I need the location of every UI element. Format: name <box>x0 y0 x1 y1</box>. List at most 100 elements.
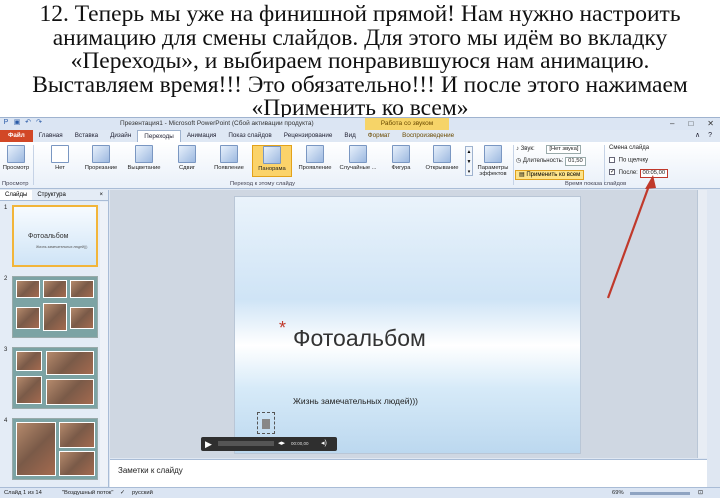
caption-line: «Переходы», и выбираем понравившуюся нам… <box>70 48 650 74</box>
tab-slides[interactable]: Слайды <box>0 190 33 200</box>
maximize-icon[interactable]: □ <box>688 118 693 130</box>
editor-scrollbar[interactable] <box>697 190 707 458</box>
play-icon[interactable]: ▶ <box>205 439 212 449</box>
tab-design[interactable]: Дизайн <box>104 130 137 142</box>
after-time-field[interactable]: 00:05,00 <box>639 169 669 178</box>
pane-scrollbar[interactable] <box>100 202 108 486</box>
effect-options-icon <box>484 145 502 163</box>
audio-object[interactable] <box>257 412 275 434</box>
powerpoint-window: P ▣ ↶ ↷ Презентация1 - Microsoft PowerPo… <box>0 117 720 498</box>
zoom-slider[interactable] <box>630 492 690 495</box>
ribbon-collapse-icon[interactable]: ∧ <box>695 130 700 142</box>
seek-bar[interactable] <box>218 441 274 446</box>
transition-push-button[interactable]: Сдвиг <box>167 145 207 177</box>
help-icon[interactable]: ? <box>708 130 712 142</box>
caption-line: анимацию для смены слайдов. Для этого мы… <box>52 24 668 51</box>
transition-uncover-button[interactable]: Открывание <box>422 145 462 177</box>
photo <box>16 351 42 371</box>
preview-label: Просмотр <box>2 165 30 171</box>
thumbnail-number: 2 <box>4 276 8 282</box>
slide-thumbnail-row[interactable]: 4 <box>2 418 107 484</box>
tab-transitions[interactable]: Переходы <box>137 130 181 142</box>
current-slide: * Фотоальбом Жизнь замечательных людей))… <box>201 196 581 454</box>
slide-thumbnail[interactable] <box>12 418 98 480</box>
save-icon[interactable]: ▣ <box>13 119 21 127</box>
close-icon[interactable]: ✕ <box>707 118 714 130</box>
instruction-caption: 12. Теперь мы уже на финишной прямой! На… <box>0 0 720 119</box>
transition-cut-button[interactable]: Прорезание <box>81 145 121 177</box>
tab-format[interactable]: Формат <box>362 130 396 142</box>
transition-none-button[interactable]: Нет <box>40 145 80 177</box>
slide-thumbnail-row[interactable]: 1 Фотоальбом Жизнь замечательных людей))… <box>2 205 107 271</box>
thumbnail-number: 1 <box>4 205 8 211</box>
minimize-icon[interactable]: – <box>670 118 674 130</box>
slide-thumbnail[interactable] <box>12 347 98 409</box>
transition-pan-button[interactable]: Панорама <box>252 145 292 177</box>
slide-thumbnail-row[interactable]: 2 <box>2 276 107 342</box>
transition-reveal-button[interactable]: Проявление <box>295 145 335 177</box>
preview-button[interactable]: Просмотр <box>1 145 31 177</box>
tab-view[interactable]: Вид <box>338 130 361 142</box>
photo <box>16 376 42 404</box>
tab-slideshow[interactable]: Показ слайдов <box>222 130 277 142</box>
effect-options-button[interactable]: Параметры эффектов <box>474 145 512 177</box>
tab-outline[interactable]: Структура <box>32 190 70 200</box>
thumbnail-title: Фотоальбом <box>28 233 69 240</box>
tab-review[interactable]: Рецензирование <box>278 130 339 142</box>
pane-close-icon[interactable]: × <box>94 190 108 200</box>
notes-pane[interactable]: Заметки к слайду <box>110 459 707 487</box>
duration-row: ◷ Длительность: 01,50 <box>516 157 586 166</box>
tab-playback[interactable]: Воспроизведение <box>396 130 460 142</box>
tab-file[interactable]: Файл <box>0 130 33 142</box>
apply-to-all-button[interactable]: ▤ Применить ко всем <box>515 170 585 180</box>
window-title: Презентация1 - Microsoft PowerPoint (Сбо… <box>120 120 314 127</box>
window-controls: – □ ✕ <box>670 118 714 130</box>
transition-fade-button[interactable]: Выцветание <box>124 145 164 177</box>
tab-animations[interactable]: Анимация <box>181 130 223 142</box>
advance-label: Смена слайда <box>609 145 650 151</box>
slide-thumbnail[interactable]: Фотоальбом Жизнь замечательных людей))) <box>12 205 98 267</box>
volume-icon[interactable]: ◂) <box>321 439 327 447</box>
slide-thumbnail[interactable] <box>12 276 98 338</box>
thumbnail-subtitle: Жизнь замечательных людей))) <box>36 245 88 249</box>
transition-wipe-icon <box>220 145 238 163</box>
spellcheck-icon[interactable]: ✓ <box>120 490 125 496</box>
slide-editor: * Фотоальбом Жизнь замечательных людей))… <box>110 190 707 458</box>
tab-home[interactable]: Главная <box>33 130 69 142</box>
transition-random-icon <box>349 145 367 163</box>
transition-shape-icon <box>392 145 410 163</box>
undo-icon[interactable]: ↶ <box>24 119 32 127</box>
sound-select[interactable]: [Нет звука] <box>546 145 582 154</box>
transition-cut-icon <box>92 145 110 163</box>
slide-thumbnail-row[interactable]: 3 <box>2 347 107 413</box>
transition-none-icon <box>51 145 69 163</box>
app-icon[interactable]: P <box>2 119 10 127</box>
redo-icon[interactable]: ↷ <box>35 119 43 127</box>
notes-placeholder: Заметки к слайду <box>118 466 183 475</box>
transition-shape-button[interactable]: Фигура <box>381 145 421 177</box>
ribbon-separator <box>604 145 605 185</box>
on-click-checkbox[interactable] <box>609 157 615 163</box>
group-preview-label: Просмотр <box>2 181 29 187</box>
transition-wipe-button[interactable]: Появление <box>209 145 249 177</box>
group-transition-label: Переход к этому слайду <box>230 181 296 187</box>
slide-subtitle[interactable]: Жизнь замечательных людей))) <box>293 396 418 406</box>
zoom-level[interactable]: 69% <box>612 490 624 496</box>
player-time: 00:00,00 <box>291 441 309 446</box>
language[interactable]: русский <box>132 490 153 496</box>
on-click-label: По щелчку <box>618 157 649 164</box>
transition-label: Сдвиг <box>178 165 195 171</box>
after-label: После: <box>618 170 638 176</box>
transition-label: Открывание <box>425 165 459 171</box>
after-checkbox[interactable]: ✓ <box>609 169 615 176</box>
caption-line: Выставляем время!!! Это обязательно!!! И… <box>32 71 688 98</box>
gallery-scroll[interactable]: ▲ ▼ ▾ <box>465 146 473 176</box>
context-title: Работа со звуком <box>365 118 449 130</box>
transition-random-button[interactable]: Случайные ... <box>338 145 378 177</box>
fit-slide-icon[interactable]: ⊡ <box>698 490 703 496</box>
photo <box>43 303 67 331</box>
step-icon[interactable]: ◂▸ <box>278 439 285 447</box>
tab-insert[interactable]: Вставка <box>69 130 104 142</box>
slide-title[interactable]: Фотоальбом <box>293 325 426 352</box>
duration-field[interactable]: 01,50 <box>565 157 586 166</box>
